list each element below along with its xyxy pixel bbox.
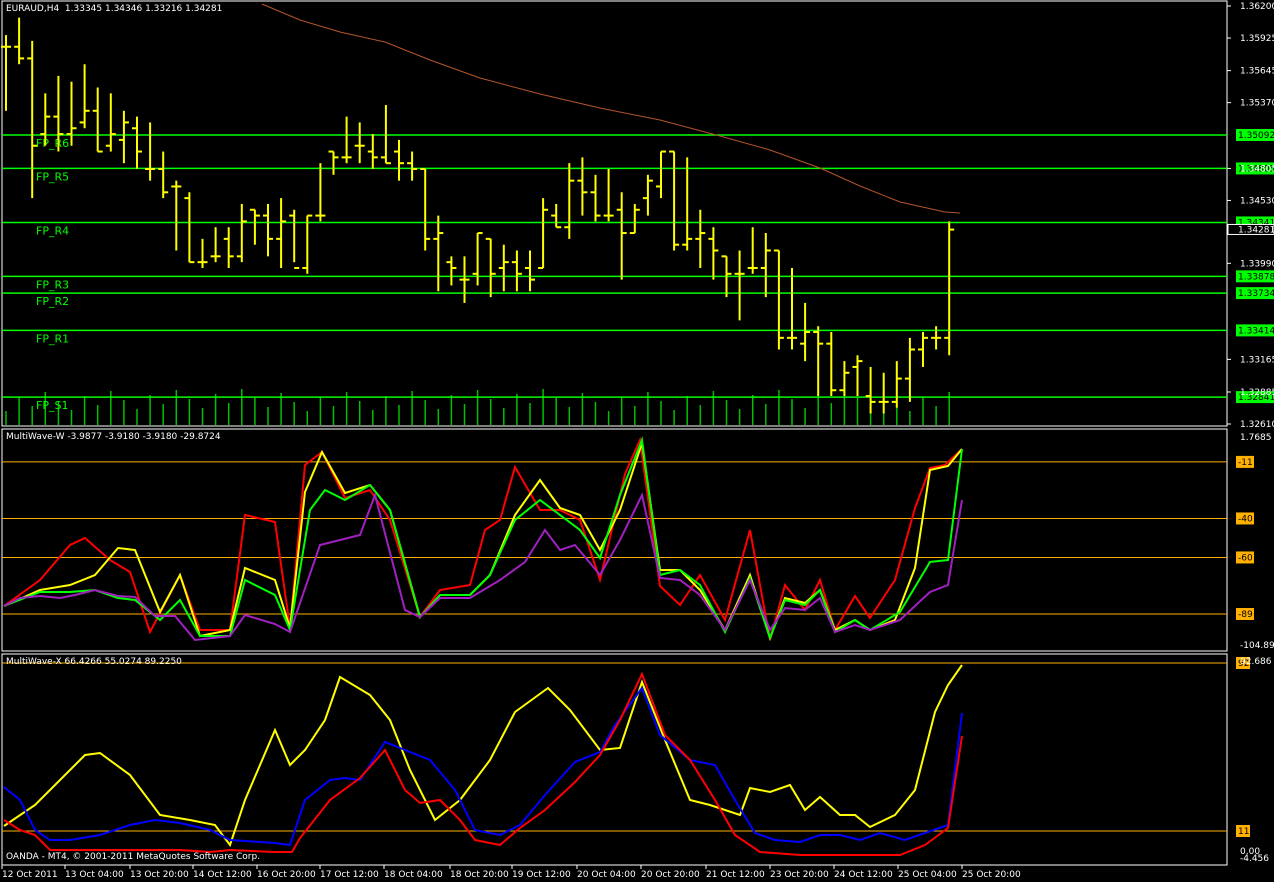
- pivot-label-fp_r5: FP_R5: [36, 170, 69, 183]
- price-tick-label: 1.34805: [1240, 164, 1274, 174]
- x-series-blue: [3, 685, 963, 847]
- pivot-price-label: 1.33414: [1238, 326, 1274, 336]
- volume-bars: [5, 389, 950, 425]
- x-scale-label: -4.456: [1240, 854, 1269, 864]
- time-tick-label: 23 Oct 20:00: [770, 870, 829, 880]
- multiwave-w-lines: -11 -40 -60 -89 1.7685 -104.896: [2, 433, 1274, 651]
- w-scale-label: 1.7685: [1240, 433, 1272, 443]
- multiwave-x-pane[interactable]: [1, 653, 1228, 866]
- x-level-label: 11: [1238, 827, 1249, 837]
- price-tick-label: 1.35645: [1240, 67, 1274, 77]
- time-tick-label: 13 Oct 04:00: [65, 870, 124, 880]
- time-tick-label: 14 Oct 12:00: [193, 870, 252, 880]
- time-tick-label: 20 Oct 20:00: [641, 870, 700, 880]
- multiwave-x-lines: 921192.6860.00-4.456: [2, 657, 1272, 864]
- pivot-label-fp_r4: FP_R4: [36, 224, 69, 237]
- price-tick-label: 1.36200: [1240, 2, 1274, 12]
- pivot-lines: FP_R61.35092FP_R51.34805FP_R41.34341FP_R…: [2, 129, 1274, 412]
- time-tick-label: 17 Oct 12:00: [320, 870, 379, 880]
- time-tick-label: 19 Oct 12:00: [512, 870, 571, 880]
- pivot-label-fp_r1: FP_R1: [36, 332, 69, 345]
- pivot-label-fp_r6: FP_R6: [36, 137, 69, 150]
- copyright-text: OANDA - MT4, © 2001-2011 MetaQuotes Soft…: [6, 852, 261, 862]
- time-tick-label: 24 Oct 12:00: [834, 870, 893, 880]
- pivot-label-fp_r3: FP_R3: [36, 278, 69, 291]
- x-series-yellow: [3, 664, 963, 848]
- time-tick-label: 20 Oct 04:00: [577, 870, 636, 880]
- main-chart-title: EURAUD,H4 1.33345 1.34346 1.33216 1.3428…: [6, 4, 223, 14]
- pivot-price-label: 1.35092: [1238, 131, 1274, 141]
- price-axis: 1.36200 1.35925 1.35645 1.35370 1.34805 1.345…: [1227, 2, 1274, 430]
- w-scale-label: -104.896: [1240, 641, 1274, 651]
- current-price-label: 1.34281: [1238, 225, 1274, 235]
- price-tick-label: 1.33990: [1240, 259, 1274, 269]
- time-tick-label: 21 Oct 12:00: [706, 870, 765, 880]
- price-tick-label: 1.35370: [1240, 99, 1274, 109]
- moving-average-line: [261, 3, 961, 214]
- pivot-label-fp_r2: FP_R2: [36, 295, 69, 308]
- w-series-purple: [3, 491, 963, 642]
- w-level-label: -60: [1238, 553, 1253, 563]
- x-scale-label: 92.686: [1240, 657, 1272, 667]
- time-tick-label: 18 Oct 04:00: [384, 870, 443, 880]
- price-tick-label: 1.33165: [1240, 355, 1274, 365]
- time-tick-label: 18 Oct 20:00: [450, 870, 509, 880]
- pivot-price-label: 1.33878: [1238, 272, 1274, 282]
- price-tick-label: 1.32610: [1240, 420, 1274, 430]
- time-tick-label: 13 Oct 20:00: [130, 870, 189, 880]
- time-tick-label: 12 Oct 2011: [2, 870, 58, 880]
- price-tick-label: 1.35925: [1240, 34, 1274, 44]
- time-tick-label: 16 Oct 20:00: [257, 870, 316, 880]
- x-series-red: [3, 671, 963, 856]
- time-tick-label: 25 Oct 04:00: [898, 870, 957, 880]
- pivot-label-fp_s1: FP_S1: [36, 399, 68, 412]
- multiwave-w-title: MultiWave-W -3.9877 -3.9180 -3.9180 -29.…: [6, 432, 221, 442]
- price-tick-label: 1.32885: [1240, 388, 1274, 398]
- w-level-label: -89: [1238, 610, 1253, 620]
- pivot-price-label: 1.33734: [1238, 289, 1274, 299]
- main-pane[interactable]: [1, 0, 1228, 427]
- multiwave-x-title: MultiWave-X 66.4266 55.0274 89.2250: [6, 657, 182, 667]
- time-axis: 12 Oct 2011 13 Oct 04:00 13 Oct 20:00 14 Oc…: [1, 865, 1021, 880]
- price-tick-label: 1.34530: [1240, 196, 1274, 206]
- w-level-label: -11: [1238, 458, 1253, 468]
- time-tick-label: 25 Oct 20:00: [962, 870, 1021, 880]
- w-level-label: -40: [1238, 514, 1253, 524]
